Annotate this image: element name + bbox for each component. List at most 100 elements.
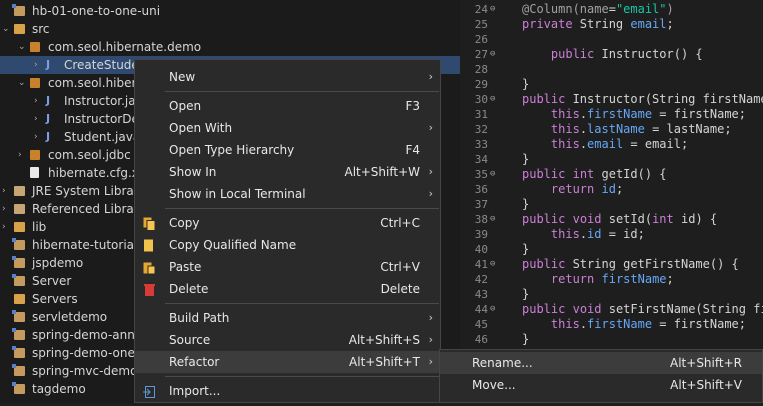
line-number: 44 [474, 303, 488, 316]
fold-toggle-icon[interactable]: ⊖ [490, 212, 495, 227]
java-file-icon: J [46, 94, 51, 107]
chevron-down-icon[interactable]: ⌄ [2, 20, 10, 38]
menu-item-delete[interactable]: Delete Delete [135, 278, 440, 300]
fold-toggle-icon[interactable]: ⊖ [490, 302, 495, 317]
chevron-down-icon[interactable]: ⌄ [18, 74, 26, 92]
code-line[interactable]: this.lastName = lastName; [522, 122, 732, 137]
tree-item[interactable]: hb-01-one-to-one-uni [0, 2, 460, 20]
line-number: 43 [474, 288, 488, 301]
line-number: 28 [474, 63, 488, 76]
submenu-item-label: Move... [472, 378, 516, 392]
chevron-right-icon[interactable]: › [18, 146, 22, 164]
menu-item-shortcut: Ctrl+V [380, 260, 420, 274]
line-number: 46 [474, 333, 488, 346]
menu-item-new[interactable]: New › [135, 66, 440, 88]
tree-item[interactable]: ⌄ src [0, 20, 460, 38]
package-icon [30, 42, 40, 52]
fold-toggle-icon[interactable]: ⊖ [490, 47, 495, 62]
code-line[interactable]: this.firstName = firstName; [522, 107, 746, 122]
line-number: 27 [474, 48, 488, 61]
project-icon [12, 238, 25, 250]
menu-item-source[interactable]: Source Alt+Shift+S › [135, 329, 440, 351]
code-line[interactable]: public Instructor(String firstName [522, 92, 763, 107]
menu-item-label: Copy Qualified Name [169, 238, 297, 252]
submenu-arrow-icon: › [428, 333, 433, 346]
menu-item-open[interactable]: Open F3 [135, 95, 440, 117]
code-line[interactable]: @Column(name="email") [522, 2, 674, 17]
chevron-right-icon[interactable]: › [34, 128, 38, 146]
code-line[interactable]: this.id = id; [522, 227, 645, 242]
submenu-arrow-icon: › [428, 311, 433, 324]
code-line[interactable]: public void setFirstName(String fir [522, 302, 763, 317]
chevron-right-icon[interactable]: › [34, 92, 38, 110]
chevron-right-icon[interactable]: › [2, 200, 6, 218]
refactor-submenu: Rename... Alt+Shift+R Move... Alt+Shift+V [439, 349, 763, 403]
menu-item-import[interactable]: Import... [135, 380, 440, 402]
menu-item-label: Import... [169, 384, 221, 398]
tree-item-label: com.seol.hibernate.demo [48, 40, 202, 54]
code-line[interactable]: this.email = email; [522, 137, 688, 152]
code-line[interactable]: this.firstName = firstName; [522, 317, 746, 332]
tree-item-label: Student.java [64, 130, 141, 144]
copy-icon [143, 216, 156, 231]
submenu-item-rename[interactable]: Rename... Alt+Shift+R [440, 352, 762, 374]
code-line[interactable]: return id; [522, 182, 623, 197]
code-line[interactable]: public String getFirstName() { [522, 257, 739, 272]
java-file-icon: J [46, 130, 51, 143]
menu-item-show-in[interactable]: Show In Alt+Shift+W › [135, 161, 440, 183]
menu-item-label: Delete [169, 282, 209, 296]
code-line[interactable]: } [522, 77, 529, 92]
tree-item-label: spring-mvc-demo [32, 364, 138, 378]
library-icon [14, 186, 25, 196]
code-line[interactable]: } [522, 242, 529, 257]
menu-item-label: Build Path [169, 311, 230, 325]
fold-toggle-icon[interactable]: ⊖ [490, 2, 495, 17]
submenu-item-move[interactable]: Move... Alt+Shift+V [440, 374, 762, 396]
line-number: 33 [474, 138, 488, 151]
code-line[interactable]: } [522, 197, 529, 212]
tree-item-label: servletdemo [32, 310, 108, 324]
code-line[interactable]: public Instructor() { [522, 47, 703, 62]
code-line[interactable]: return firstName; [522, 272, 674, 287]
menu-separator [165, 91, 439, 92]
menu-item-label: Paste [169, 260, 202, 274]
source-folder-icon [14, 24, 25, 34]
project-icon [12, 4, 25, 16]
chevron-right-icon[interactable]: › [2, 218, 6, 236]
menu-item-open-type-hierarchy[interactable]: Open Type Hierarchy F4 [135, 139, 440, 161]
menu-item-build-path[interactable]: Build Path › [135, 307, 440, 329]
line-number: 32 [474, 123, 488, 136]
fold-toggle-icon[interactable]: ⊖ [490, 92, 495, 107]
code-editor[interactable]: 24 ⊖ @Column(name="email") 25 private String… [460, 0, 763, 403]
chevron-right-icon[interactable]: › [2, 182, 6, 200]
chevron-right-icon[interactable]: › [34, 56, 38, 74]
tree-item-label: lib [32, 220, 47, 234]
menu-item-paste[interactable]: Paste Ctrl+V [135, 256, 440, 278]
project-icon [12, 256, 25, 268]
code-line[interactable]: private String email; [522, 17, 674, 32]
menu-item-copy-qualified-name[interactable]: Copy Qualified Name [135, 234, 440, 256]
line-number: 31 [474, 108, 488, 121]
code-line[interactable]: public int getId() { [522, 167, 667, 182]
tree-item[interactable]: ⌄ com.seol.hibernate.demo [0, 38, 460, 56]
menu-item-refactor[interactable]: Refactor Alt+Shift+T › [135, 351, 440, 373]
copy-qualified-icon [143, 238, 156, 252]
delete-icon [143, 282, 156, 296]
menu-item-show-in-local-terminal[interactable]: Show in Local Terminal › [135, 183, 440, 205]
menu-item-label: Open Type Hierarchy [169, 143, 295, 157]
line-number: 39 [474, 228, 488, 241]
chevron-right-icon[interactable]: › [34, 110, 38, 128]
code-line[interactable]: } [522, 332, 529, 347]
fold-toggle-icon[interactable]: ⊖ [490, 167, 495, 182]
menu-separator [165, 208, 439, 209]
fold-toggle-icon[interactable]: ⊖ [490, 257, 495, 272]
chevron-down-icon[interactable]: ⌄ [18, 38, 26, 56]
code-line[interactable]: } [522, 152, 529, 167]
menu-item-copy[interactable]: Copy Ctrl+C [135, 212, 440, 234]
menu-item-shortcut: F4 [405, 143, 420, 157]
submenu-item-label: Rename... [472, 356, 533, 370]
menu-item-open-with[interactable]: Open With › [135, 117, 440, 139]
context-menu: New › Open F3 Open With › Open Type Hierarchy F… [134, 59, 441, 403]
code-line[interactable]: } [522, 287, 529, 302]
code-line[interactable]: public void setId(int id) { [522, 212, 717, 227]
